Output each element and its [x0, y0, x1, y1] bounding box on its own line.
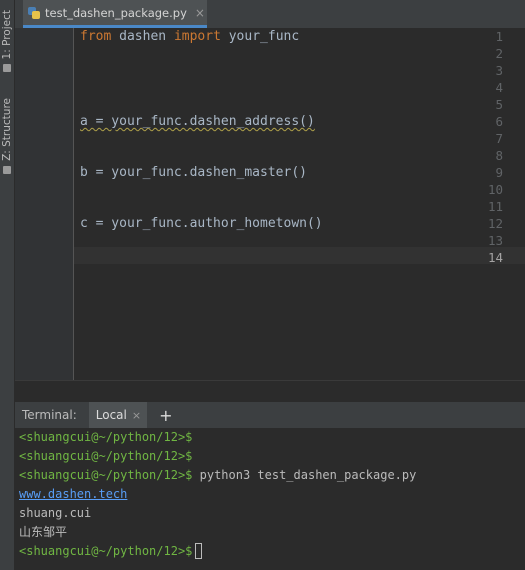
line-number: 13 [487, 233, 503, 248]
line-number: 5 [495, 97, 503, 112]
line-number: 6 [495, 114, 503, 129]
line-number: 2 [495, 46, 503, 61]
close-icon[interactable]: × [195, 6, 205, 20]
line-number: 4 [495, 80, 503, 95]
line-number-gutter [15, 28, 74, 380]
project-tool-button[interactable]: 1: Project [0, 10, 14, 73]
line-number: 11 [487, 199, 503, 214]
code-text: a = your_func.dashen_address() [80, 114, 315, 129]
code-text: your_func [220, 29, 300, 44]
terminal-line: www.dashen.tech [19, 485, 127, 504]
text-cursor [195, 543, 203, 559]
code-line: c = your_func.author_hometown() [80, 215, 323, 232]
keyword: import [173, 29, 221, 44]
project-tool-label: 1: Project [1, 10, 13, 60]
shell-prompt: <shuangcui@~/python/12>$ [19, 468, 193, 482]
line-number: 10 [487, 182, 503, 197]
output-link[interactable]: www.dashen.tech [19, 487, 127, 501]
terminal-line: <shuangcui@~/python/12>$ python3 test_da… [19, 466, 416, 485]
line-number: 12 [487, 216, 503, 231]
line-number: 7 [495, 131, 503, 146]
code-editor[interactable]: 1 from dashen import your_func 2 3 4 5 6 a = yo… [15, 28, 525, 380]
close-icon[interactable]: × [132, 409, 141, 422]
code-text: c = your_func.author_hometown() [80, 216, 323, 231]
terminal-line: <shuangcui@~/python/12>$ [19, 428, 192, 447]
terminal-line: <shuangcui@~/python/12>$ [19, 447, 192, 466]
code-text: b = your_func.dashen_master() [80, 165, 307, 180]
line-number: 1 [495, 29, 503, 44]
code-line: a = your_func.dashen_address() [80, 113, 315, 130]
line-number: 9 [495, 165, 503, 180]
line-number: 8 [495, 148, 503, 163]
structure-icon [3, 165, 11, 174]
line-number: 14 [487, 250, 503, 265]
folder-icon [3, 64, 11, 73]
editor-tab-filename: test_dashen_package.py [45, 5, 187, 20]
shell-command: python3 test_dashen_package.py [192, 468, 417, 482]
panel-divider[interactable] [15, 380, 525, 403]
code-line: from dashen import your_func [80, 28, 299, 45]
terminal-label: Terminal: [22, 408, 77, 422]
terminal-line: 山东邹平 [19, 523, 67, 542]
terminal-header: Terminal: Local × + [15, 402, 525, 429]
line-number: 3 [495, 63, 503, 78]
editor-tab-bar: test_dashen_package.py × [15, 0, 525, 29]
structure-tool-label: Z: Structure [1, 98, 13, 161]
terminal-output[interactable]: <shuangcui@~/python/12>$ <shuangcui@~/pyt… [15, 428, 525, 570]
shell-prompt: <shuangcui@~/python/12>$ [19, 430, 193, 444]
terminal-tab-label: Local [95, 408, 127, 422]
keyword: from [80, 29, 112, 44]
terminal-line: <shuangcui@~/python/12>$ [19, 542, 203, 561]
current-line-highlight [74, 247, 525, 264]
editor-tab-active[interactable]: test_dashen_package.py × [23, 0, 207, 28]
structure-tool-button[interactable]: Z: Structure [0, 98, 14, 174]
terminal-tab-local[interactable]: Local × [88, 402, 148, 428]
tool-window-strip: 1: Project Z: Structure [0, 0, 15, 570]
shell-prompt: <shuangcui@~/python/12>$ [19, 449, 193, 463]
output-text: shuang.cui [19, 506, 92, 520]
code-line: b = your_func.dashen_master() [80, 164, 307, 181]
output-text: 山东邹平 [19, 525, 68, 539]
shell-prompt: <shuangcui@~/python/12>$ [19, 544, 193, 558]
terminal-line: shuang.cui [19, 504, 91, 523]
code-text: dashen [111, 29, 174, 44]
new-terminal-button[interactable]: + [159, 406, 172, 425]
python-file-icon [28, 6, 40, 19]
